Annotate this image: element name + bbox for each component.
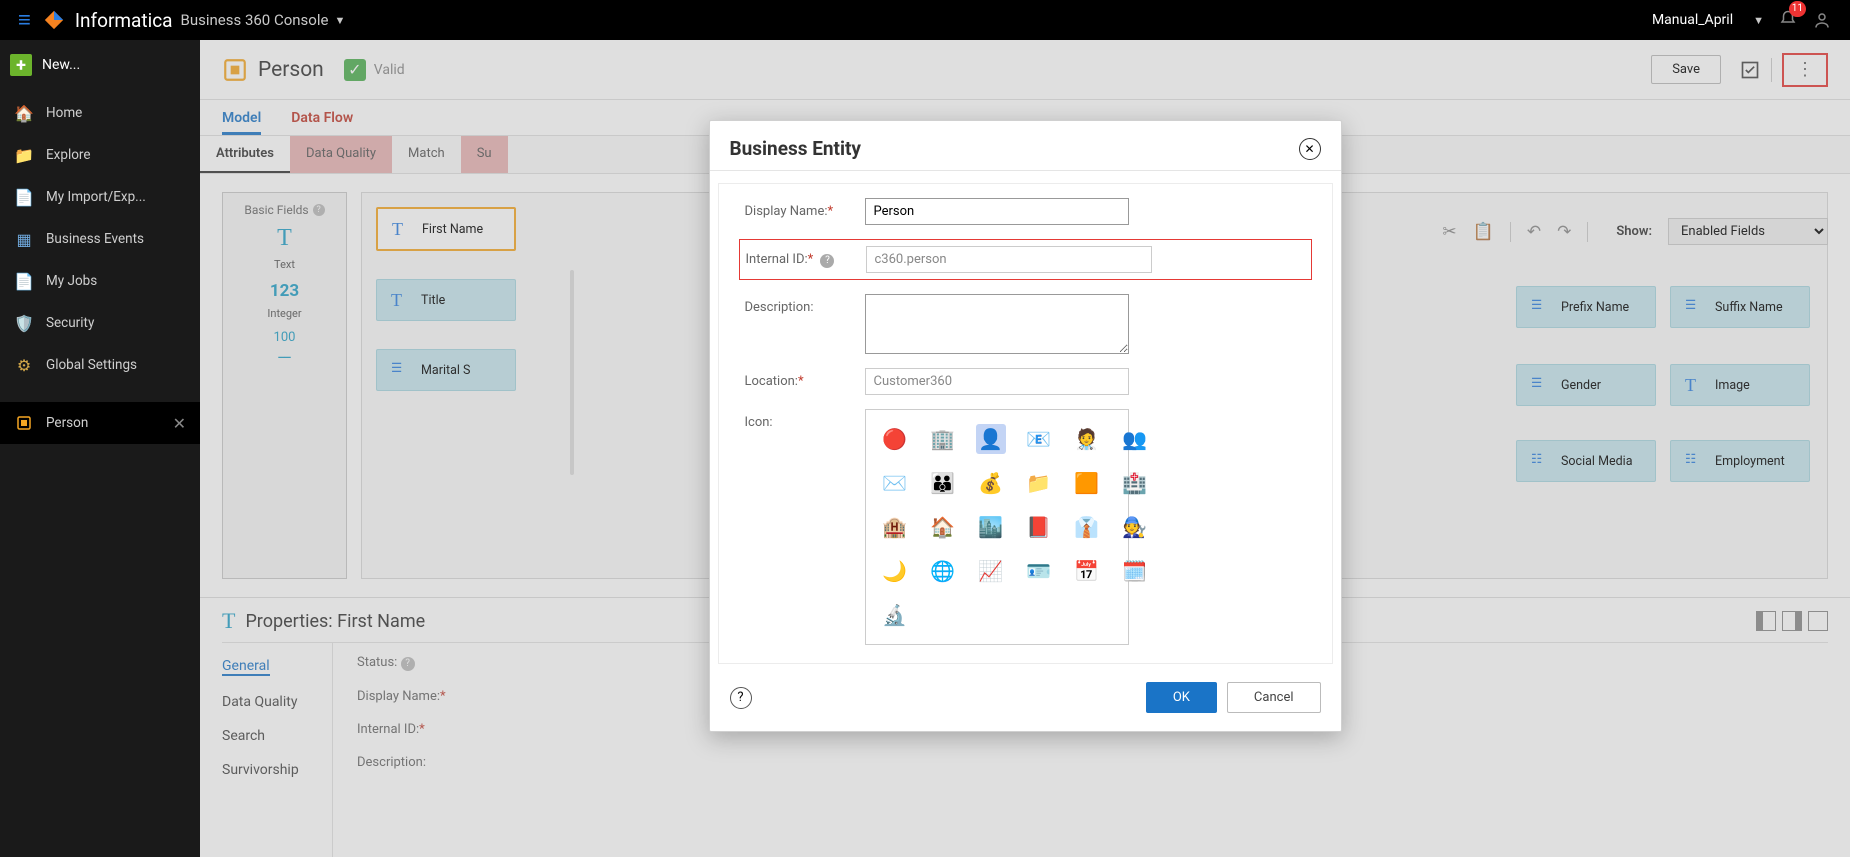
icon-option[interactable]: 🪪 xyxy=(1024,556,1054,586)
plus-icon: + xyxy=(10,54,32,76)
close-icon[interactable]: ✕ xyxy=(173,414,186,433)
icon-option[interactable]: 📅 xyxy=(1072,556,1102,586)
calendar-icon: ▦ xyxy=(14,229,34,249)
chevron-down-icon[interactable]: ▼ xyxy=(334,14,345,27)
notifications-button[interactable]: 11 xyxy=(1778,9,1798,32)
main-content: Person ✓ Valid Save ⋮ Model Data Flow At… xyxy=(200,40,1850,857)
close-icon[interactable]: ✕ xyxy=(1299,138,1321,160)
dialog-title: Business Entity xyxy=(730,137,862,160)
display-name-input[interactable] xyxy=(865,198,1129,225)
description-input[interactable] xyxy=(865,294,1129,354)
tenant-label[interactable]: Manual_April xyxy=(1652,12,1733,28)
business-entity-dialog: Business Entity ✕ Display Name:* Interna… xyxy=(709,120,1342,732)
icon-option[interactable]: 📈 xyxy=(976,556,1006,586)
internal-id-input[interactable] xyxy=(866,246,1152,273)
notifications-badge: 11 xyxy=(1789,1,1806,17)
icon-option[interactable]: 🔬 xyxy=(880,600,910,630)
sidebar-item-home[interactable]: 🏠Home xyxy=(0,92,200,134)
gear-icon: ⚙ xyxy=(14,355,34,375)
icon-option[interactable]: 📁 xyxy=(1024,468,1054,498)
icon-option[interactable]: 🌐 xyxy=(928,556,958,586)
menu-icon[interactable]: ≡ xyxy=(18,7,31,33)
info-icon[interactable]: ? xyxy=(820,254,834,268)
icon-option[interactable]: 👔 xyxy=(1072,512,1102,542)
brand-logo-icon xyxy=(43,9,65,31)
label-internal-id: Internal ID:* ? xyxy=(746,246,866,268)
icon-option[interactable]: 🔴 xyxy=(880,424,910,454)
label-description: Description: xyxy=(745,294,865,315)
icon-option[interactable]: 👥 xyxy=(1120,424,1150,454)
chevron-down-icon[interactable]: ▼ xyxy=(1753,14,1764,27)
new-button[interactable]: + New... xyxy=(10,54,190,76)
icon-option[interactable]: 🧑‍🔧 xyxy=(1120,512,1150,542)
icon-option[interactable]: 🏥 xyxy=(1120,468,1150,498)
icon-option[interactable]: 🏙️ xyxy=(976,512,1006,542)
icon-option[interactable]: 📕 xyxy=(1024,512,1054,542)
sidebar-item-settings[interactable]: ⚙Global Settings xyxy=(0,344,200,386)
label-location: Location:* xyxy=(745,368,865,389)
icon-option[interactable]: 🏠 xyxy=(928,512,958,542)
icon-option[interactable]: 🌙 xyxy=(880,556,910,586)
brand-label: Informatica xyxy=(75,9,173,32)
icon-option[interactable]: 🏢 xyxy=(928,424,958,454)
ok-button[interactable]: OK xyxy=(1146,682,1217,713)
icon-option[interactable]: ✉️ xyxy=(880,468,910,498)
user-icon[interactable] xyxy=(1812,10,1832,30)
label-display-name: Display Name:* xyxy=(745,198,865,219)
label-icon: Icon: xyxy=(745,409,865,430)
icon-option[interactable]: 💰 xyxy=(976,468,1006,498)
sidebar: + New... 🏠Home 📁Explore 📄My Import/Exp..… xyxy=(0,40,200,857)
sidebar-item-import[interactable]: 📄My Import/Exp... xyxy=(0,176,200,218)
document-icon: 📄 xyxy=(14,271,34,291)
console-label[interactable]: Business 360 Console xyxy=(181,11,329,29)
location-input[interactable] xyxy=(865,368,1129,395)
icon-option[interactable]: 🟧 xyxy=(1072,468,1102,498)
sidebar-item-jobs[interactable]: 📄My Jobs xyxy=(0,260,200,302)
home-icon: 🏠 xyxy=(14,103,34,123)
sidebar-item-events[interactable]: ▦Business Events xyxy=(0,218,200,260)
folder-icon: 📁 xyxy=(14,145,34,165)
sidebar-item-person[interactable]: Person ✕ xyxy=(0,402,200,444)
help-icon[interactable]: ? xyxy=(730,687,752,709)
new-label: New... xyxy=(42,57,80,73)
cancel-button[interactable]: Cancel xyxy=(1227,682,1321,713)
document-icon: 📄 xyxy=(14,187,34,207)
icon-option[interactable]: 🗓️ xyxy=(1120,556,1150,586)
icon-option[interactable]: 👤 xyxy=(976,424,1006,454)
icon-picker: 🔴 🏢 👤 📧 🧑‍⚕️ 👥 ✉️ 👪 💰 📁 🟧 🏥 xyxy=(865,409,1129,645)
icon-option[interactable]: 👪 xyxy=(928,468,958,498)
icon-option[interactable]: 🏨 xyxy=(880,512,910,542)
shield-icon: 🛡️ xyxy=(14,313,34,333)
app-header: ≡ Informatica Business 360 Console ▼ Man… xyxy=(0,0,1850,40)
icon-option[interactable]: 🧑‍⚕️ xyxy=(1072,424,1102,454)
sidebar-item-security[interactable]: 🛡️Security xyxy=(0,302,200,344)
modal-overlay: Business Entity ✕ Display Name:* Interna… xyxy=(200,40,1850,857)
sidebar-item-explore[interactable]: 📁Explore xyxy=(0,134,200,176)
icon-option[interactable]: 📧 xyxy=(1024,424,1054,454)
entity-icon xyxy=(14,413,34,433)
